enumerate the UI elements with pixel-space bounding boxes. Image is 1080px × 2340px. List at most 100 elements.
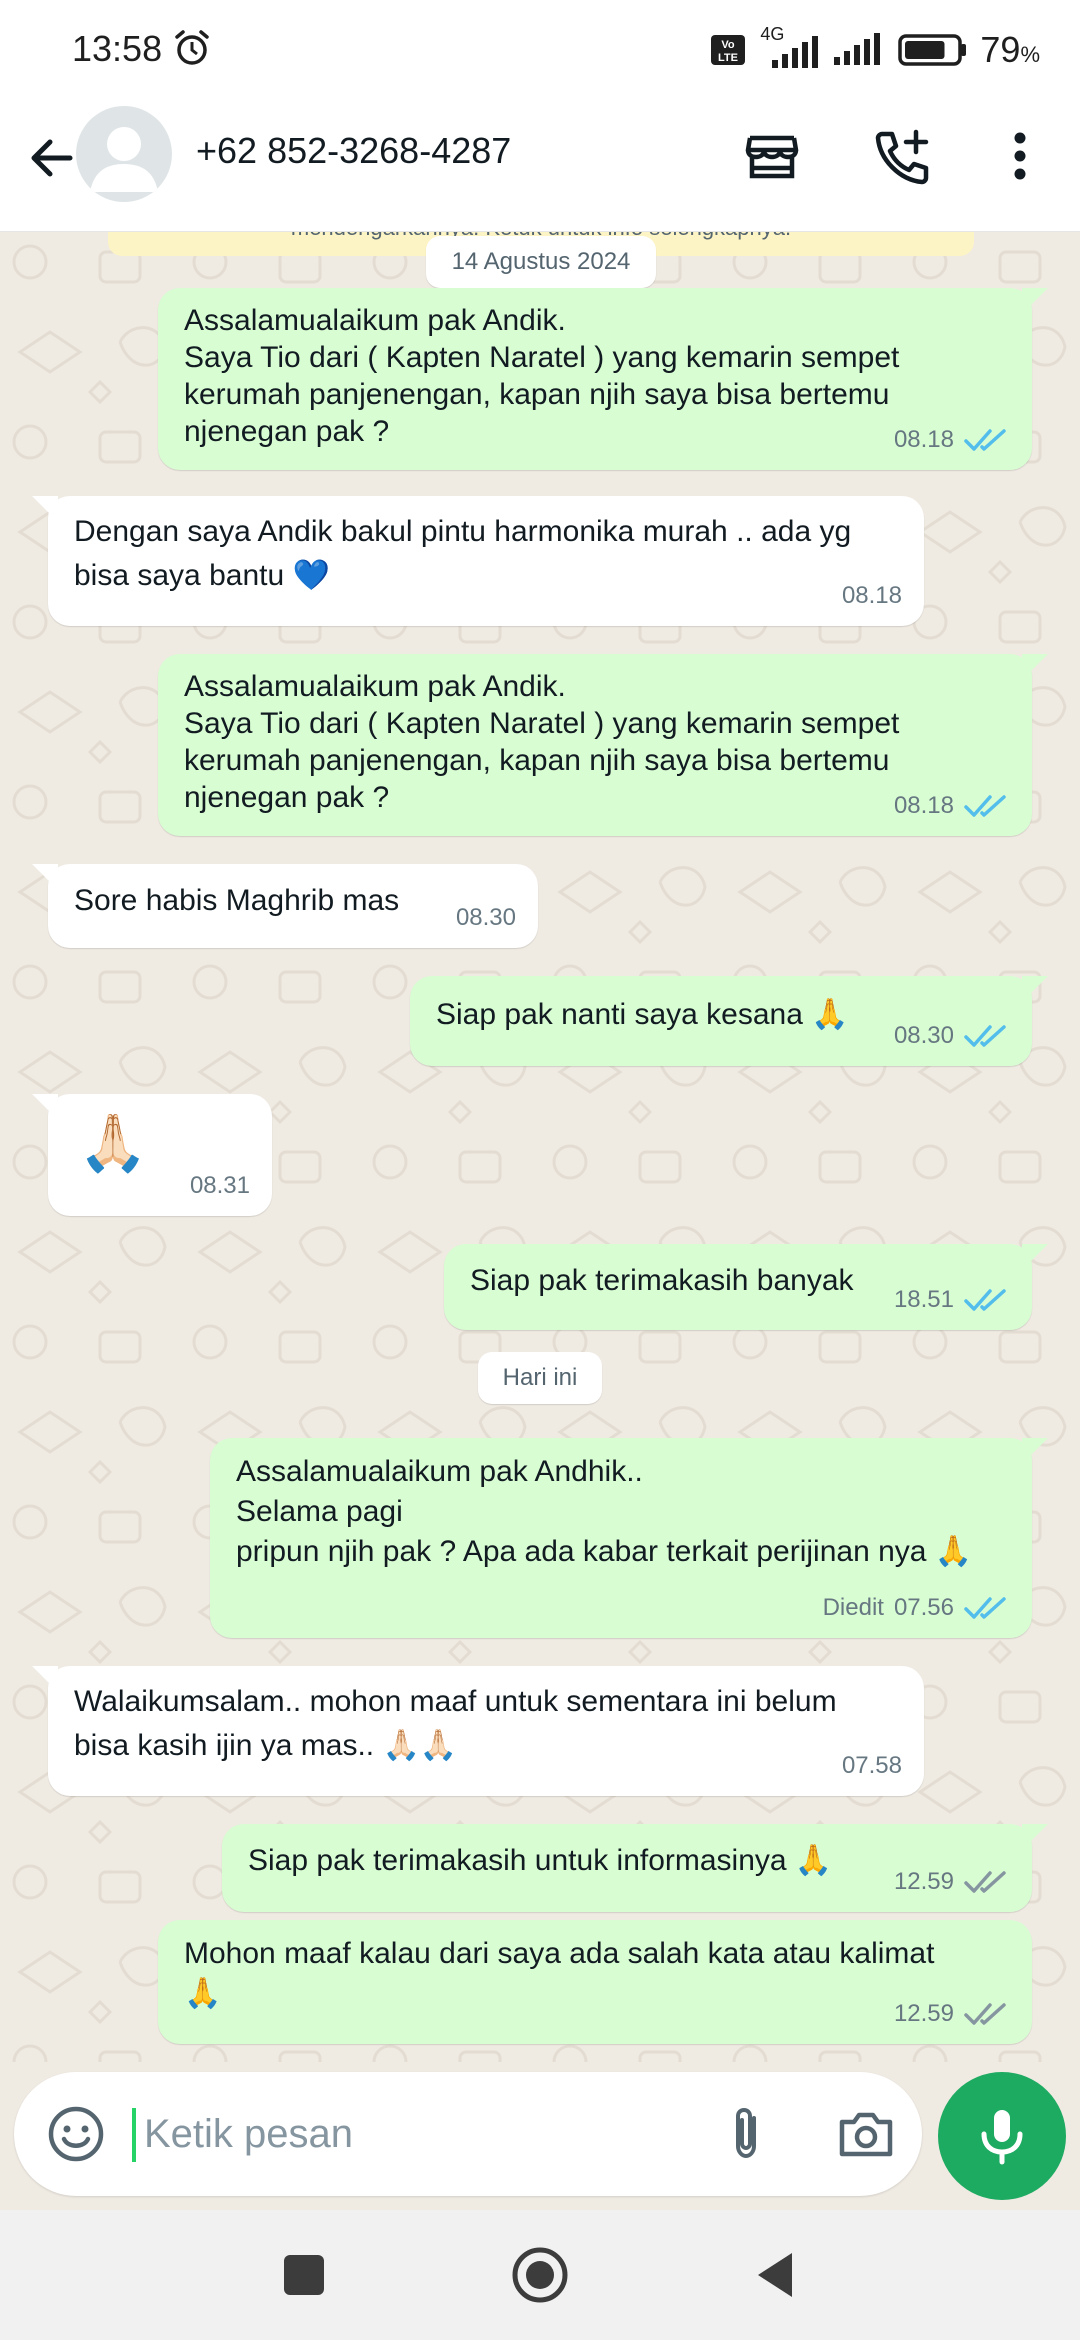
mic-button[interactable] <box>938 2072 1066 2200</box>
message-time: 18.51 <box>893 1286 954 1313</box>
chat-area[interactable]: mendengarkannya. Ketuk untuk info seleng… <box>0 232 1080 2062</box>
date-label: Hari ini <box>502 1364 578 1391</box>
message-meta: 08.18 <box>842 577 902 614</box>
message-meta: 18.51 <box>894 1281 1010 1318</box>
camera-icon[interactable] <box>834 2102 898 2166</box>
nav-back-button[interactable] <box>746 2245 806 2305</box>
paperclip-icon[interactable] <box>714 2102 778 2166</box>
microphone-icon <box>981 2110 1023 2165</box>
message-meta: 12.59 <box>894 1863 1010 1900</box>
bubble-tail <box>32 1666 58 1692</box>
battery-icon <box>898 34 967 66</box>
message-time: 08.30 <box>455 904 516 931</box>
battery-percent: 79% <box>980 29 1040 70</box>
message-meta: 08.31 <box>190 1167 250 1204</box>
outgoing-message[interactable]: Siap pak nanti saya kesana 🙏 08.30 <box>410 976 1048 1066</box>
arrow-back-icon <box>31 139 73 177</box>
message-input[interactable] <box>144 2102 704 2166</box>
message-time: 12.59 <box>893 2000 954 2027</box>
message-meta: 08.30 <box>456 899 516 936</box>
incoming-message[interactable]: Sore habis Maghrib mas 08.30 <box>32 864 538 948</box>
status-indicators: Vo LTE 4G 79% <box>710 24 1040 72</box>
store-button[interactable] <box>736 120 808 192</box>
edited-label: Diedit <box>822 1594 884 1621</box>
message-time: 08.18 <box>841 582 902 609</box>
double-check-read-icon <box>964 1024 1006 1047</box>
signal-icon <box>834 33 881 65</box>
alarm-icon <box>175 30 209 65</box>
bubble-tail <box>1022 1824 1048 1850</box>
incoming-message[interactable]: 🙏🏻 08.31 <box>32 1094 272 1216</box>
bubble-tail <box>1022 654 1048 680</box>
bubble-tail <box>1022 1438 1048 1464</box>
bubble-tail <box>1022 976 1048 1002</box>
message-text: Walaikumsalam.. mohon maaf untuk sementa… <box>74 1685 837 1762</box>
message-meta: Diedit 07.56 <box>823 1589 1010 1626</box>
incoming-message[interactable]: Walaikumsalam.. mohon maaf untuk sementa… <box>32 1666 924 1796</box>
message-time: 08.30 <box>893 1022 954 1049</box>
triangle-back-icon <box>758 2253 792 2297</box>
message-text: Siap pak terimakasih untuk informasinya … <box>248 1844 833 1877</box>
message-text: Assalamualaikum pak Andhik.. Selama pagi… <box>236 1455 973 1568</box>
home-button[interactable] <box>510 2245 570 2305</box>
message-meta: 07.58 <box>842 1747 902 1784</box>
menu-button[interactable] <box>984 120 1056 192</box>
default-avatar-icon <box>90 127 158 192</box>
incoming-message[interactable]: Dengan saya Andik bakul pintu harmonika … <box>32 496 924 626</box>
message-time: 07.58 <box>841 1752 902 1779</box>
volte-icon: Vo LTE <box>711 35 746 65</box>
svg-text:LTE: LTE <box>718 52 738 64</box>
message-text: Assalamualaikum pak Andik. Saya Tio dari… <box>184 670 900 814</box>
contact-name[interactable]: +62 852-3268-4287 <box>196 130 511 172</box>
more-vert-icon <box>1014 132 1026 180</box>
message-text: Mohon maaf kalau dari saya ada salah kat… <box>184 1937 935 2010</box>
message-text: Dengan saya Andik bakul pintu harmonika … <box>74 515 852 592</box>
message-time: 08.31 <box>189 1172 250 1199</box>
outgoing-message[interactable]: Assalamualaikum pak Andhik.. Selama pagi… <box>210 1438 1048 1638</box>
home-circle-icon <box>512 2247 568 2303</box>
bubble-tail <box>32 864 58 890</box>
double-check-read-icon <box>964 1288 1006 1311</box>
emoji-icon[interactable] <box>44 2102 108 2166</box>
text-cursor <box>132 2108 136 2162</box>
date-label: 14 Agustus 2024 <box>451 248 631 275</box>
status-bar: 13:58 Vo LTE 4G 79% <box>0 0 1080 100</box>
message-text: Assalamualaikum pak Andik. Saya Tio dari… <box>184 304 900 448</box>
message-composer <box>14 2072 922 2196</box>
message-time: 08.18 <box>893 792 954 819</box>
date-chip: Hari ini <box>478 1352 602 1404</box>
message-time: 08.18 <box>893 426 954 453</box>
message-time: 07.56 <box>893 1594 954 1621</box>
message-time: 12.59 <box>893 1868 954 1895</box>
outgoing-message[interactable]: Siap pak terimakasih untuk informasinya … <box>222 1824 1048 1912</box>
call-add-button[interactable] <box>866 120 938 192</box>
outgoing-message[interactable]: Siap pak terimakasih banyak 18.51 <box>444 1244 1048 1330</box>
avatar[interactable] <box>76 106 172 202</box>
date-chip: 14 Agustus 2024 <box>426 236 656 288</box>
store-icon <box>745 135 799 179</box>
svg-text:Vo: Vo <box>722 39 736 51</box>
message-meta: 08.18 <box>894 421 1010 458</box>
message-meta: 12.59 <box>894 1995 1010 2032</box>
double-check-delivered-icon <box>964 1870 1006 1893</box>
message-text: Sore habis Maghrib mas <box>74 884 400 917</box>
bubble-tail <box>1022 288 1048 314</box>
message-meta: 08.18 <box>894 787 1010 824</box>
outgoing-message[interactable]: Assalamualaikum pak Andik. Saya Tio dari… <box>158 288 1048 470</box>
outgoing-message[interactable]: Assalamualaikum pak Andik. Saya Tio dari… <box>158 654 1048 836</box>
bubble-tail <box>32 1094 58 1120</box>
system-nav-bar <box>0 2210 1080 2340</box>
bubble-tail <box>1022 1244 1048 1270</box>
double-check-read-icon <box>964 428 1006 451</box>
signal-4g-icon: 4G <box>758 24 820 72</box>
recents-button[interactable] <box>274 2245 334 2305</box>
message-meta: 08.30 <box>894 1017 1010 1054</box>
double-check-read-icon <box>964 794 1006 817</box>
square-icon <box>284 2255 324 2295</box>
status-time: 13:58 <box>72 28 163 69</box>
double-check-delivered-icon <box>964 2002 1006 2025</box>
bubble-tail <box>32 496 58 522</box>
double-check-read-icon <box>964 1596 1006 1619</box>
outgoing-message[interactable]: Mohon maaf kalau dari saya ada salah kat… <box>158 1920 1032 2044</box>
call-add-icon <box>875 129 929 185</box>
